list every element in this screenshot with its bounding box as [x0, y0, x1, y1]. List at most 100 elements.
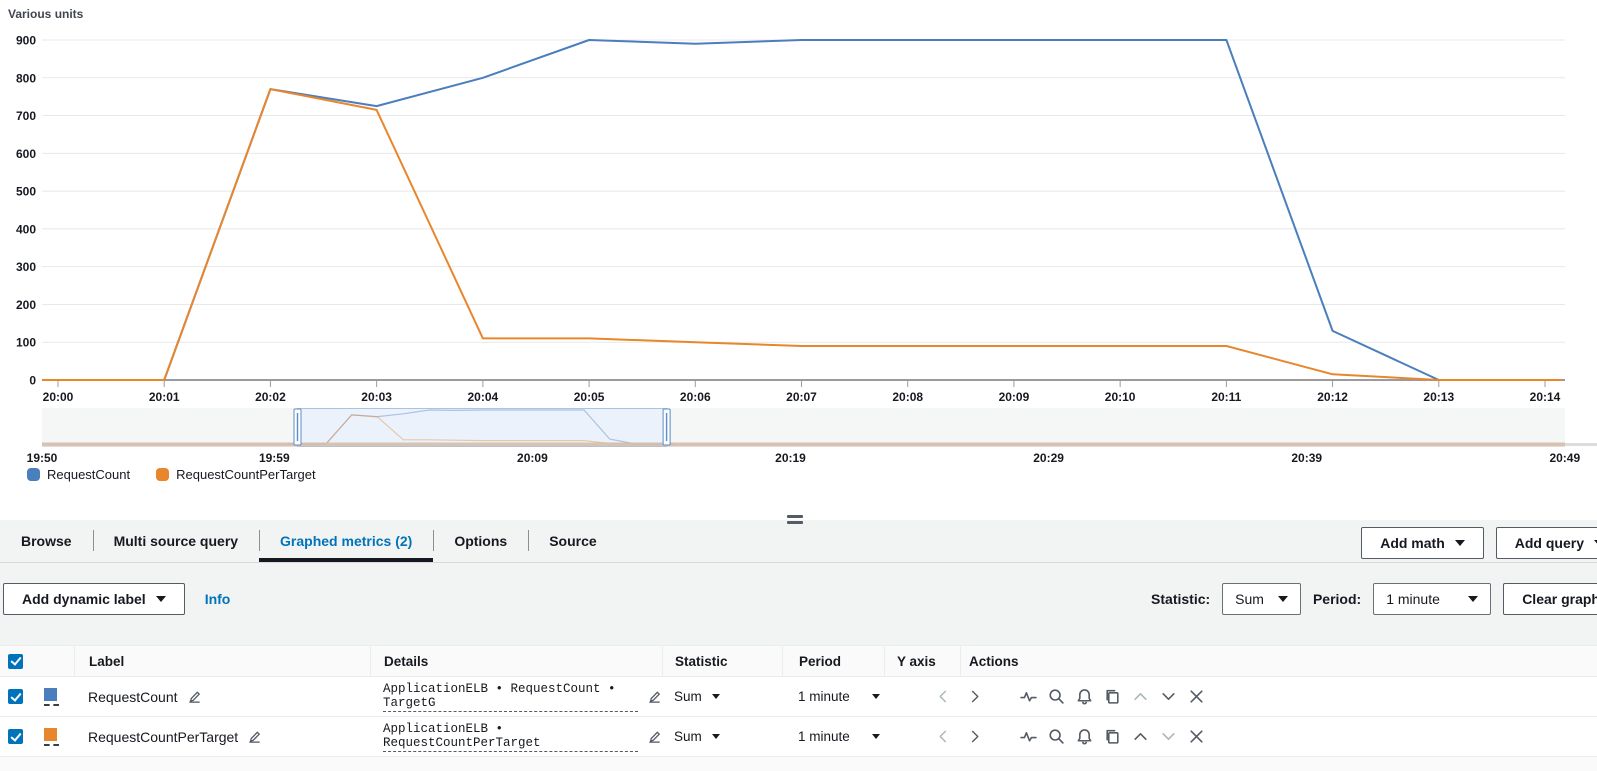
tab-bar: Browse Multi source query Graphed metric…	[0, 520, 1597, 563]
add-math-button[interactable]: Add math	[1361, 527, 1484, 559]
svg-text:20:07: 20:07	[786, 390, 817, 404]
search-icon[interactable]	[1048, 728, 1065, 745]
edit-label-icon[interactable]	[247, 729, 262, 744]
caret-down-icon	[1468, 596, 1478, 602]
statistic-cell-value: Sum	[674, 729, 702, 744]
shift-left-icon[interactable]	[936, 689, 951, 704]
table-footer	[0, 757, 1597, 771]
svg-text:200: 200	[16, 298, 36, 312]
move-down-icon[interactable]	[1160, 688, 1177, 705]
statistic-dropdown[interactable]: Sum	[674, 729, 720, 744]
legend-item[interactable]: RequestCountPerTarget	[156, 467, 315, 482]
series-color-swatch	[44, 728, 57, 741]
statistic-label: Statistic:	[1151, 591, 1210, 607]
svg-text:20:19: 20:19	[775, 451, 806, 465]
svg-text:20:06: 20:06	[680, 390, 711, 404]
caret-down-icon	[712, 734, 720, 739]
table-header: Label Details Statistic Period Y axis Ac…	[0, 645, 1597, 677]
chart-legend: RequestCount RequestCountPerTarget	[27, 467, 316, 482]
svg-text:900: 900	[16, 34, 36, 48]
alarm-bell-icon[interactable]	[1076, 688, 1093, 705]
add-query-button[interactable]: Add query	[1496, 527, 1597, 559]
series-color-picker[interactable]	[44, 728, 59, 746]
column-header-statistic: Statistic	[662, 646, 782, 676]
info-link[interactable]: Info	[205, 591, 231, 607]
svg-text:100: 100	[16, 336, 36, 350]
svg-text:800: 800	[16, 71, 36, 85]
svg-text:0: 0	[29, 374, 36, 388]
tab-multi-source-query[interactable]: Multi source query	[93, 520, 259, 562]
select-all-checkbox[interactable]	[8, 654, 23, 669]
move-down-icon[interactable]	[1160, 728, 1177, 745]
add-dynamic-label-button[interactable]: Add dynamic label	[3, 583, 185, 615]
color-edit-dashes	[44, 744, 59, 746]
cloudwatch-metrics-page: Various units010020030040050060070080090…	[0, 0, 1597, 771]
statistic-value: Sum	[1235, 591, 1264, 607]
shift-left-icon[interactable]	[936, 729, 951, 744]
svg-text:20:03: 20:03	[361, 390, 392, 404]
column-header-details: Details	[370, 646, 662, 676]
svg-text:20:11: 20:11	[1211, 390, 1241, 404]
svg-text:19:59: 19:59	[259, 451, 290, 465]
tab-bar-actions: Add math Add query	[1361, 520, 1597, 562]
row-checkbox[interactable]	[8, 729, 23, 744]
alarm-bell-icon[interactable]	[1076, 728, 1093, 745]
metric-label: RequestCountPerTarget	[88, 729, 238, 745]
svg-text:700: 700	[16, 109, 36, 123]
metric-details[interactable]: ApplicationELB • RequestCount • TargetG	[383, 682, 638, 712]
add-math-label: Add math	[1380, 535, 1445, 551]
period-cell-value: 1 minute	[798, 689, 850, 704]
row-checkbox[interactable]	[8, 689, 23, 704]
period-dropdown[interactable]: 1 minute	[798, 729, 880, 744]
table-row: RequestCountPerTarget ApplicationELB • R…	[0, 717, 1597, 757]
move-up-icon[interactable]	[1132, 688, 1149, 705]
add-dynamic-label-text: Add dynamic label	[22, 591, 146, 607]
remove-icon[interactable]	[1188, 728, 1205, 745]
y-axis-units-label: Various units	[8, 7, 84, 21]
edit-label-icon[interactable]	[187, 689, 202, 704]
period-select[interactable]: 1 minute	[1373, 583, 1491, 615]
legend-label: RequestCount	[47, 467, 130, 482]
statistic-select[interactable]: Sum	[1222, 583, 1301, 615]
duplicate-icon[interactable]	[1104, 688, 1121, 705]
edit-details-icon[interactable]	[647, 689, 662, 704]
pulse-icon[interactable]	[1020, 688, 1037, 705]
statistic-dropdown[interactable]: Sum	[674, 689, 720, 704]
move-up-icon[interactable]	[1132, 728, 1149, 745]
legend-item[interactable]: RequestCount	[27, 467, 130, 482]
svg-text:20:02: 20:02	[255, 390, 286, 404]
main-chart-svg: Various units010020030040050060070080090…	[0, 0, 1597, 497]
series-line-RequestCountPerTarget	[42, 89, 1562, 380]
pulse-icon[interactable]	[1020, 728, 1037, 745]
svg-text:20:29: 20:29	[1033, 451, 1064, 465]
tab-browse[interactable]: Browse	[0, 520, 93, 562]
brush-handle[interactable]	[663, 409, 670, 445]
tab-graphed-metrics[interactable]: Graphed metrics (2)	[259, 520, 433, 562]
caret-down-icon	[156, 596, 166, 602]
svg-text:20:49: 20:49	[1549, 451, 1580, 465]
remove-icon[interactable]	[1188, 688, 1205, 705]
svg-text:600: 600	[16, 147, 36, 161]
tab-options[interactable]: Options	[433, 520, 528, 562]
period-dropdown[interactable]: 1 minute	[798, 689, 880, 704]
caret-down-icon	[872, 694, 880, 699]
svg-text:20:12: 20:12	[1317, 390, 1348, 404]
svg-text:20:14: 20:14	[1530, 390, 1561, 404]
edit-details-icon[interactable]	[647, 729, 662, 744]
period-cell-value: 1 minute	[798, 729, 850, 744]
svg-text:20:01: 20:01	[149, 390, 180, 404]
metrics-panel: Browse Multi source query Graphed metric…	[0, 520, 1597, 771]
timeline-baseline-bar	[42, 443, 1565, 447]
metric-details[interactable]: ApplicationELB • RequestCountPerTarget	[383, 722, 638, 752]
clear-graph-button[interactable]: Clear graph	[1503, 583, 1597, 615]
color-column-header	[30, 646, 74, 676]
svg-text:20:09: 20:09	[999, 390, 1030, 404]
metrics-chart[interactable]: Various units010020030040050060070080090…	[0, 0, 1597, 497]
duplicate-icon[interactable]	[1104, 728, 1121, 745]
series-color-picker[interactable]	[44, 688, 59, 706]
timeline-strip[interactable]	[42, 408, 1565, 447]
tab-source[interactable]: Source	[528, 520, 617, 562]
search-icon[interactable]	[1048, 688, 1065, 705]
caret-down-icon	[712, 694, 720, 699]
brush-handle[interactable]	[294, 409, 301, 445]
